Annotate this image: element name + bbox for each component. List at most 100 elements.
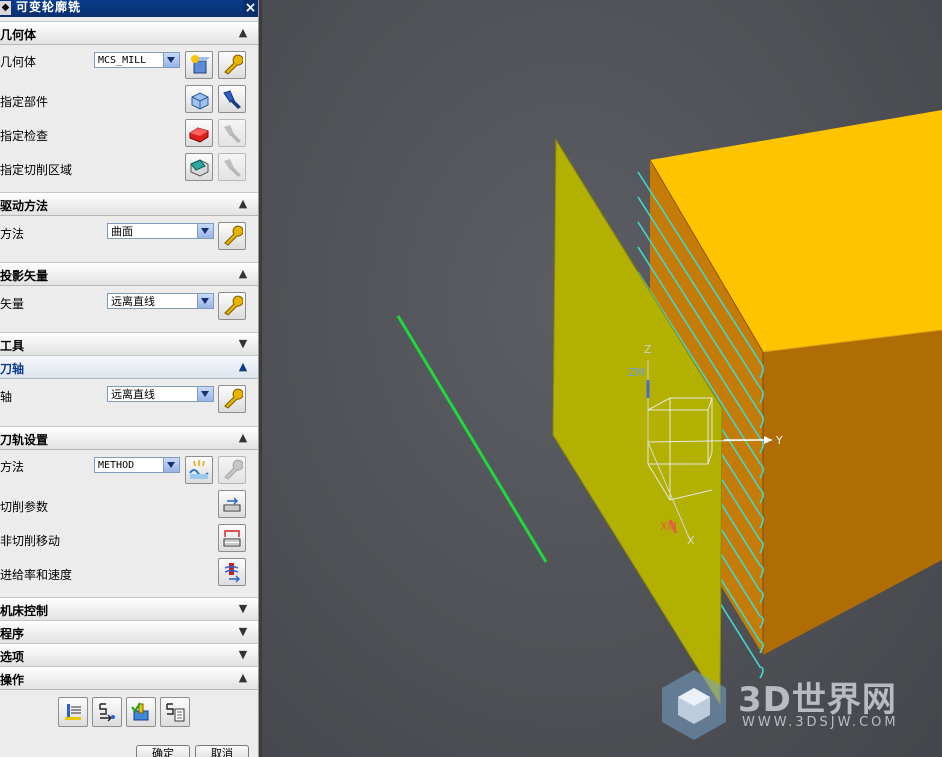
cut-params-button[interactable] — [218, 490, 246, 518]
edit-geometry-button[interactable] — [218, 51, 246, 79]
part-icon — [191, 92, 209, 110]
cut-params-label: 切削参数 — [0, 500, 49, 514]
section-path-settings-header[interactable]: 刀轨设置 ▲ — [0, 426, 258, 450]
tool-axis-select[interactable]: 远离直线 — [107, 386, 214, 402]
variable-contour-dialog: ◆ 可变轮廓铣 × 几何体 ▲ 几何体 MCS_MILL 指定部件 指定检查 指… — [0, 0, 259, 757]
watermark-logo-icon — [662, 670, 726, 740]
geometry-select[interactable]: MCS_MILL — [94, 52, 180, 68]
chevron-down-icon[interactable] — [197, 387, 213, 401]
chevron-down-icon[interactable] — [163, 53, 179, 67]
drive-method-select[interactable]: 曲面 — [107, 223, 214, 239]
chevron-up-icon[interactable]: ▲ — [234, 429, 252, 447]
section-actions-header[interactable]: 操作 ▲ — [0, 666, 258, 690]
chevron-up-icon[interactable]: ▲ — [234, 265, 252, 283]
chevron-up-icon[interactable]: ▲ — [234, 669, 252, 687]
flashlight-icon — [224, 159, 241, 177]
new-method-button[interactable] — [185, 456, 213, 484]
specify-part-label: 指定部件 — [0, 95, 49, 109]
section-options-header[interactable]: 选项 ▼ — [0, 643, 258, 667]
dialog-menu-icon[interactable]: ◆ — [0, 1, 11, 15]
section-title: 选项 — [0, 650, 25, 664]
section-title: 驱动方法 — [0, 199, 49, 213]
section-tool-axis-header[interactable]: 刀轴 ▲ — [0, 355, 258, 379]
projection-vector-value: 远离直线 — [111, 295, 155, 308]
chevron-down-icon[interactable]: ▼ — [234, 600, 252, 618]
close-button[interactable]: × — [243, 0, 258, 16]
edit-drive-method-button[interactable] — [218, 222, 246, 250]
select-check-button[interactable] — [185, 119, 213, 147]
section-program-header[interactable]: 程序 ▼ — [0, 620, 258, 644]
vector-label: 矢量 — [0, 297, 25, 311]
verify-icon — [131, 702, 149, 721]
section-projection-vector-header[interactable]: 投影矢量 ▲ — [0, 262, 258, 286]
chevron-down-icon[interactable]: ▼ — [234, 623, 252, 641]
graphics-viewport[interactable]: Z ZM Y XM X — [262, 0, 942, 757]
feeds-speeds-button[interactable] — [218, 558, 246, 586]
chevron-up-icon[interactable]: ▲ — [234, 358, 252, 376]
display-part-button[interactable] — [218, 85, 246, 113]
chevron-down-icon[interactable] — [197, 224, 213, 238]
path-method-value: METHOD — [98, 460, 135, 471]
section-title: 几何体 — [0, 28, 37, 42]
non-cut-moves-label: 非切削移动 — [0, 534, 61, 548]
wrench-icon — [224, 388, 243, 409]
edit-method-button[interactable] — [218, 456, 246, 484]
replay-toolpath-button[interactable] — [92, 697, 122, 727]
cancel-button[interactable]: 取消 — [195, 745, 249, 757]
section-machine-control-header[interactable]: 机床控制 ▼ — [0, 597, 258, 621]
chevron-up-icon[interactable]: ▲ — [234, 24, 252, 42]
verify-toolpath-button[interactable] — [126, 697, 156, 727]
section-title: 工具 — [0, 339, 25, 353]
wrench-icon — [224, 225, 243, 246]
axis-label-y: Y — [776, 434, 783, 447]
axis-label-xm: XM — [660, 520, 678, 533]
section-title: 刀轴 — [0, 362, 25, 376]
axis-label-zm: ZM — [628, 366, 646, 379]
chevron-down-icon[interactable]: ▼ — [234, 646, 252, 664]
list-icon — [166, 703, 185, 722]
path-method-select[interactable]: METHOD — [94, 457, 180, 473]
section-title: 操作 — [0, 673, 25, 687]
projection-vector-select[interactable]: 远离直线 — [107, 293, 214, 309]
geometry-label: 几何体 — [0, 55, 37, 69]
specify-cut-area-label: 指定切削区域 — [0, 163, 73, 177]
drive-method-value: 曲面 — [111, 225, 133, 238]
chevron-down-icon[interactable] — [163, 458, 179, 472]
section-geometry-header[interactable]: 几何体 ▲ — [0, 21, 258, 45]
new-geometry-icon — [191, 55, 210, 74]
select-cut-area-button[interactable] — [185, 153, 213, 181]
flashlight-icon — [223, 90, 241, 109]
generate-toolpath-button[interactable] — [58, 697, 88, 727]
non-cut-moves-button[interactable] — [218, 524, 246, 552]
chevron-down-icon[interactable]: ▼ — [234, 335, 252, 353]
edit-projection-vector-button[interactable] — [218, 292, 246, 320]
specify-check-label: 指定检查 — [0, 129, 49, 143]
section-title: 程序 — [0, 627, 25, 641]
non-cut-moves-icon — [223, 530, 241, 547]
drive-method-label: 方法 — [0, 227, 25, 241]
select-part-button[interactable] — [185, 85, 213, 113]
dialog-titlebar[interactable]: ◆ 可变轮廓铣 × — [0, 0, 258, 17]
display-check-button[interactable] — [218, 119, 246, 147]
drive-line — [396, 315, 548, 563]
edit-tool-axis-button[interactable] — [218, 385, 246, 413]
chevron-down-icon[interactable] — [197, 294, 213, 308]
generate-icon — [65, 704, 81, 720]
replay-icon — [99, 703, 115, 722]
new-geometry-button[interactable] — [185, 51, 213, 79]
display-cut-area-button[interactable] — [218, 153, 246, 181]
list-toolpath-button[interactable] — [160, 697, 190, 727]
axis-label-x: X — [687, 534, 695, 547]
path-method-label: 方法 — [0, 460, 25, 474]
feeds-speeds-icon — [224, 563, 240, 583]
ok-button[interactable]: 确定 — [136, 745, 190, 757]
section-drive-method-header[interactable]: 驱动方法 ▲ — [0, 192, 258, 216]
viewport-scene — [396, 110, 942, 706]
section-title: 投影矢量 — [0, 269, 49, 283]
tool-axis-value: 远离直线 — [111, 388, 155, 401]
chevron-up-icon[interactable]: ▲ — [234, 195, 252, 213]
section-tool-header[interactable]: 工具 ▼ — [0, 332, 258, 356]
check-geometry-icon — [189, 127, 209, 143]
feeds-speeds-label: 进给率和速度 — [0, 568, 73, 582]
axis-label: 轴 — [0, 390, 13, 404]
